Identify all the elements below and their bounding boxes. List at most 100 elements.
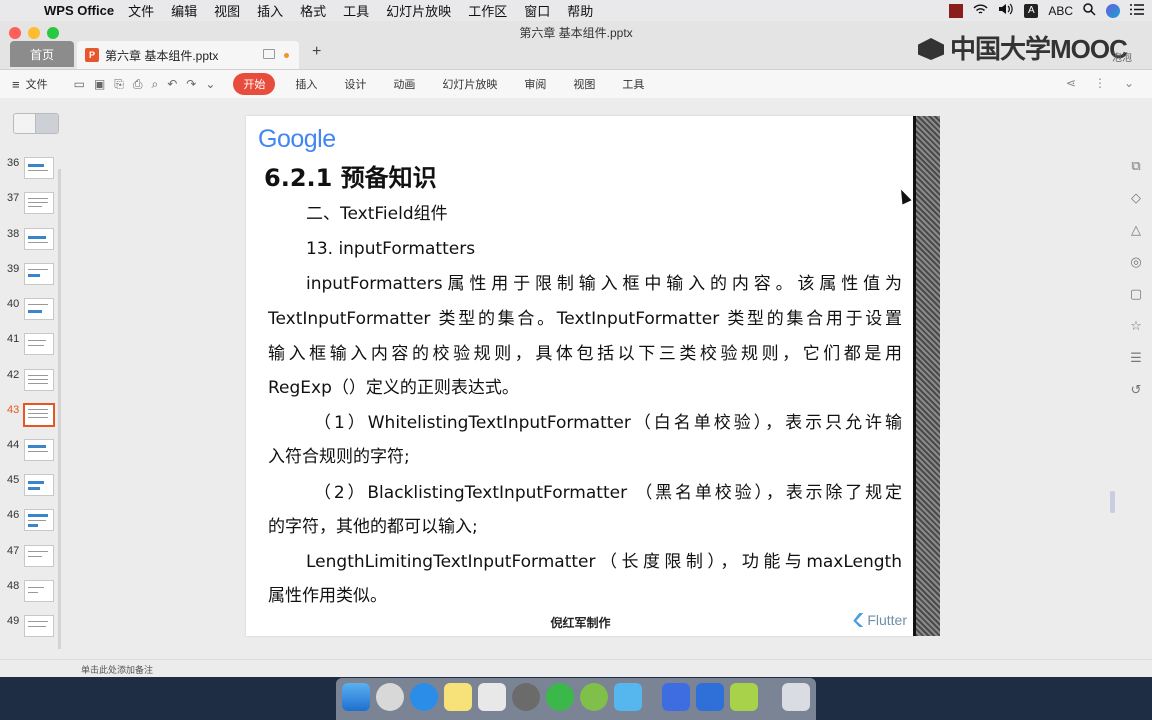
thumbnail-38[interactable]: 38	[0, 228, 60, 262]
save-icon[interactable]: ▣	[94, 77, 105, 92]
print-icon[interactable]: ⎙	[133, 77, 143, 92]
safari-icon[interactable]	[410, 683, 438, 711]
file-menu-button[interactable]: ≡ 文件	[12, 76, 48, 92]
slide-text-line[interactable]: 二、TextField组件	[306, 204, 886, 224]
thumbnail-45[interactable]: 45	[0, 474, 60, 508]
slide-title[interactable]: 6.2.1 预备知识	[264, 158, 437, 193]
monitor-icon[interactable]	[263, 49, 275, 59]
launchpad-icon[interactable]	[376, 683, 404, 711]
menu-edit[interactable]: 编辑	[171, 1, 197, 20]
thumbnail-46[interactable]: 46	[0, 509, 60, 543]
undo-icon[interactable]: ↶	[167, 77, 177, 92]
folder-icon[interactable]	[614, 683, 642, 711]
tab-home[interactable]: 首页	[10, 41, 74, 67]
share-icon[interactable]: ⋖	[1066, 76, 1076, 90]
ribbon-tab-design[interactable]: 设计	[344, 76, 366, 92]
notes-app-icon[interactable]	[444, 683, 472, 711]
slide[interactable]: Google 6.2.1 预备知识 二、TextField组件 13. inpu…	[246, 116, 915, 636]
system-preferences-icon[interactable]	[512, 683, 540, 711]
thumbnail-scrollbar[interactable]	[58, 169, 61, 649]
open-folder-icon[interactable]: ▭	[74, 77, 85, 92]
app-menu[interactable]: WPS Office	[44, 3, 114, 18]
settings-sliders-icon[interactable]: ☰	[1129, 351, 1143, 365]
ribbon-tab-animation[interactable]: 动画	[393, 76, 415, 92]
wps-office-icon[interactable]	[696, 683, 724, 711]
view-toggle[interactable]	[13, 113, 59, 134]
slide-text-line[interactable]: （2）BlacklistingTextInputFormatter （黑名单校验…	[314, 483, 902, 503]
volume-icon[interactable]	[998, 3, 1014, 18]
menu-file[interactable]: 文件	[128, 1, 154, 20]
thumbnail-49[interactable]: 49	[0, 615, 60, 649]
thumbnail-48[interactable]: 48	[0, 580, 60, 614]
slide-text-line[interactable]: （1）WhitelistingTextInputFormatter（白名单校验）…	[314, 413, 902, 433]
trash-icon[interactable]	[782, 683, 810, 711]
android-studio-icon[interactable]	[580, 683, 608, 711]
menu-tools[interactable]: 工具	[343, 1, 369, 20]
slide-text-line[interactable]: RegExp（）定义的正则表达式。	[268, 378, 908, 398]
collapse-ribbon-icon[interactable]: ⌄	[1124, 76, 1134, 90]
more-options-icon[interactable]: ⋮	[1094, 76, 1106, 90]
transition-icon[interactable]: ▢	[1129, 287, 1143, 301]
menu-window[interactable]: 窗口	[524, 1, 550, 20]
wechat-icon[interactable]	[546, 683, 574, 711]
screenshot-icon[interactable]	[478, 683, 506, 711]
thumbnail-44[interactable]: 44	[0, 439, 60, 473]
thumbnail-40[interactable]: 40	[0, 298, 60, 332]
wifi-icon[interactable]	[973, 4, 988, 18]
shapes-icon[interactable]: ◇	[1129, 191, 1143, 205]
thumbnail-43[interactable]: 43	[0, 403, 60, 438]
history-icon[interactable]: ↺	[1129, 383, 1143, 397]
input-method-label[interactable]: ABC	[1048, 4, 1073, 18]
slide-text-line[interactable]: LengthLimitingTextInputFormatter（长度限制），功…	[306, 552, 902, 572]
menu-help[interactable]: 帮助	[567, 1, 593, 20]
wps-spreadsheet-icon[interactable]	[730, 683, 758, 711]
new-tab-button[interactable]: +	[312, 43, 321, 61]
print-preview-icon[interactable]: ⌕	[152, 77, 159, 92]
more-chevron-icon[interactable]: ⌄	[205, 77, 215, 92]
slide-text-line[interactable]: 13. inputFormatters	[306, 239, 886, 259]
finder-icon[interactable]	[342, 683, 370, 711]
ribbon-tab-tools[interactable]: 工具	[622, 76, 644, 92]
notification-center-icon[interactable]	[1130, 3, 1144, 18]
user-label[interactable]: 泡泡	[1112, 49, 1132, 64]
thumbnail-47[interactable]: 47	[0, 545, 60, 579]
notes-placeholder[interactable]: 单击此处添加备注	[81, 663, 153, 676]
app-status-icon[interactable]	[949, 3, 964, 18]
menu-view[interactable]: 视图	[214, 1, 240, 20]
slide-text-line[interactable]: TextInputFormatter 类型的集合。TextInputFormat…	[268, 309, 902, 329]
outline-view-icon[interactable]	[14, 114, 36, 133]
notes-pane[interactable]: 单击此处添加备注	[0, 659, 1152, 677]
slide-text-line[interactable]: 输入框输入内容的校验规则，具体包括以下三类校验规则，它们都是用	[268, 344, 902, 364]
object-properties-icon[interactable]: ⧉	[1129, 159, 1143, 173]
menu-format[interactable]: 格式	[300, 1, 326, 20]
menu-workspace[interactable]: 工作区	[468, 1, 507, 20]
ribbon-tab-slideshow[interactable]: 幻灯片放映	[442, 76, 497, 92]
slide-text-line[interactable]: inputFormatters属性用于限制输入框中输入的内容。该属性值为	[306, 274, 902, 294]
thumbnail-42[interactable]: 42	[0, 369, 60, 403]
ribbon-tab-view[interactable]: 视图	[573, 76, 595, 92]
thumbnail-41[interactable]: 41	[0, 333, 60, 367]
menu-insert[interactable]: 插入	[257, 1, 283, 20]
slide-text-line[interactable]: 属性作用类似。	[268, 586, 908, 606]
ribbon-tab-home[interactable]: 开始	[233, 73, 276, 95]
ribbon-tab-review[interactable]: 审阅	[524, 76, 546, 92]
vertical-scrollbar[interactable]	[1110, 491, 1115, 513]
input-source-icon[interactable]: A	[1024, 3, 1039, 18]
slide-text-line[interactable]: 入符合规则的字符;	[268, 447, 908, 467]
design-icon[interactable]: △	[1129, 223, 1143, 237]
menu-slideshow[interactable]: 幻灯片放映	[386, 1, 451, 20]
export-icon[interactable]: ⎘	[114, 77, 124, 92]
slide-view-icon[interactable]	[36, 114, 58, 133]
slide-text-line[interactable]: 的字符，其他的都可以输入;	[268, 517, 908, 537]
ribbon-tab-insert[interactable]: 插入	[295, 76, 317, 92]
thumbnail-37[interactable]: 37	[0, 192, 60, 226]
animation-icon[interactable]: ◎	[1129, 255, 1143, 269]
spotlight-icon[interactable]	[1083, 2, 1096, 19]
siri-icon[interactable]	[1106, 3, 1120, 18]
redo-icon[interactable]: ↷	[186, 77, 196, 92]
wps-writer-icon[interactable]	[662, 683, 690, 711]
tab-document[interactable]: P 第六章 基本组件.pptx	[77, 41, 299, 69]
thumbnail-39[interactable]: 39	[0, 263, 60, 297]
thumbnail-36[interactable]: 36	[0, 157, 60, 191]
smart-graphics-icon[interactable]: ☆	[1129, 319, 1143, 333]
